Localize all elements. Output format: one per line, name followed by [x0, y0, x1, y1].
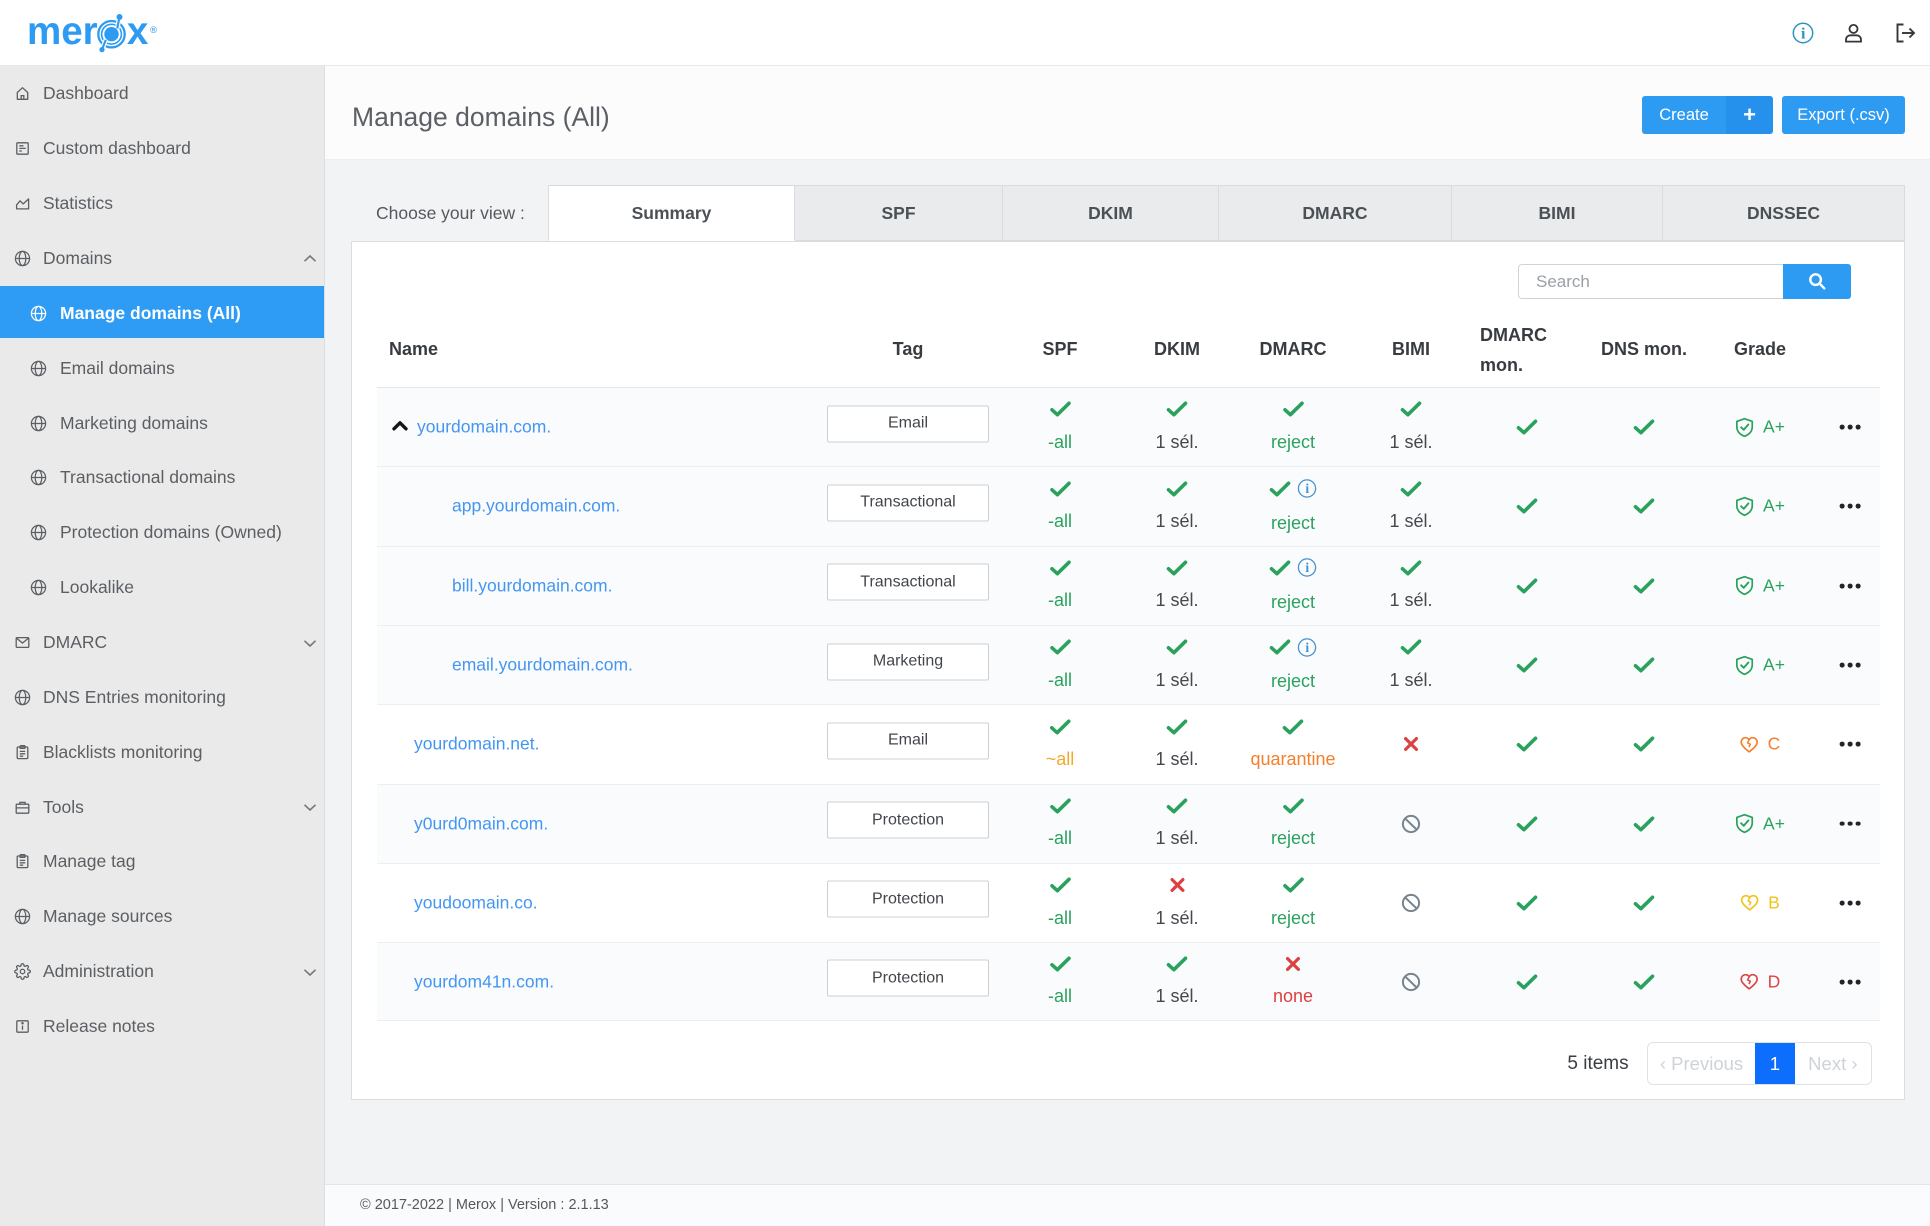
svg-text:i: i — [1801, 26, 1806, 43]
svg-text:®: ® — [150, 25, 157, 36]
svg-text:mer: mer — [27, 10, 98, 53]
svg-text:x: x — [127, 10, 149, 53]
